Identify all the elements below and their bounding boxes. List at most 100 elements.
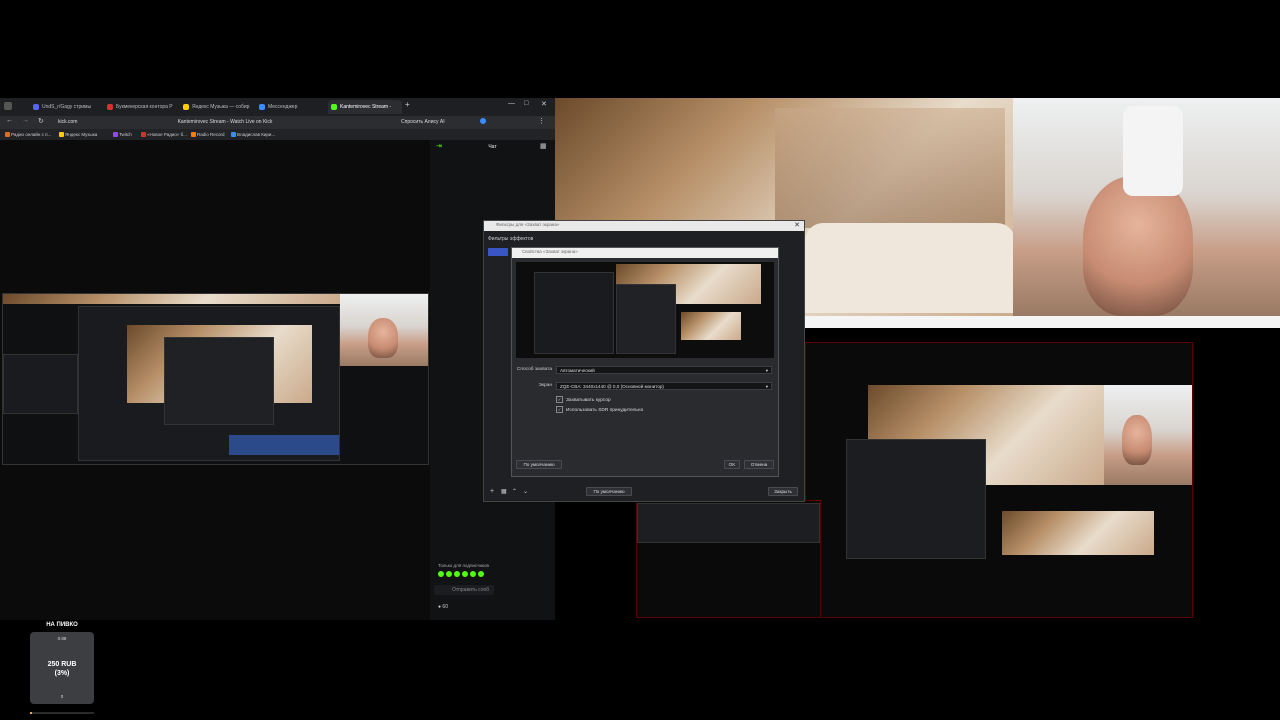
dialog-title: Фильтры для «Захват экрана» xyxy=(496,222,560,227)
close-button[interactable]: Закрыть xyxy=(768,487,798,496)
chat-input[interactable]: Отправить сооб xyxy=(434,585,494,595)
yandex-music-icon xyxy=(59,132,64,137)
emote-icon[interactable] xyxy=(438,571,444,577)
nested-strip xyxy=(637,503,820,543)
close-icon[interactable]: ✕ xyxy=(541,100,547,108)
forward-icon[interactable]: → xyxy=(22,117,29,124)
defaults-button[interactable]: По умолчанию xyxy=(516,460,562,469)
bookmark-1[interactable]: Яндекс Музыка xyxy=(58,130,97,139)
donation-bottom-value: 0 xyxy=(60,694,64,699)
nested-dialog-right xyxy=(846,439,986,559)
bookmark-label: Twitch xyxy=(119,132,132,137)
capture-cursor-checkbox[interactable]: ✓ Захватывать курсор xyxy=(556,396,611,403)
browser-menu-icon[interactable] xyxy=(4,102,12,110)
new-tab-button[interactable]: + xyxy=(405,100,410,109)
checkbox-checked-icon: ✓ xyxy=(556,406,563,413)
bookmark-2[interactable]: Twitch xyxy=(112,130,132,139)
yandex-music-icon xyxy=(183,104,189,110)
capture-preview xyxy=(516,262,774,358)
messenger-icon xyxy=(259,104,265,110)
room-background xyxy=(3,294,340,304)
donation-amount-value: 250 RUB xyxy=(47,661,77,668)
reload-icon[interactable]: ↻ xyxy=(38,117,44,125)
filter-list-item[interactable] xyxy=(488,248,508,256)
bookmark-3[interactable]: «Новое Радио» б... xyxy=(140,130,187,139)
settings-icon[interactable]: ⋮ xyxy=(538,117,545,125)
dialog-close-icon[interactable]: ✕ xyxy=(794,221,800,229)
tab-3[interactable]: Мессенджер xyxy=(256,100,326,114)
bookmark-label: «Новое Радио» б... xyxy=(147,132,187,137)
capture-method-value: Автоматический xyxy=(560,368,595,373)
emote-icon[interactable] xyxy=(454,571,460,577)
donation-amount: 250 RUB (3%) xyxy=(30,660,94,678)
emote-icon[interactable] xyxy=(470,571,476,577)
bookmark-5[interactable]: Владислав Кири... xyxy=(230,130,275,139)
emote-icon[interactable] xyxy=(478,571,484,577)
cancel-label: Отмена xyxy=(750,462,768,467)
discord-icon xyxy=(33,104,39,110)
nested-room-right-2 xyxy=(1002,511,1154,555)
tab-label: Букмекерская контора Р xyxy=(116,104,173,110)
tab-4[interactable]: Kantemirovec Stream - xyxy=(328,100,402,114)
tab-1[interactable]: Букмекерская контора Р xyxy=(104,100,178,114)
novoe-radio-icon xyxy=(141,132,146,137)
move-up-icon[interactable]: ⌃ xyxy=(512,488,517,495)
dialog-titlebar: Фильтры для «Захват экрана» ✕ xyxy=(484,221,804,231)
browser-window: UndS_r/Gagy стримы Букмекерская контора … xyxy=(0,98,555,620)
tab-0[interactable]: UndS_r/Gagy стримы xyxy=(30,100,102,114)
bookmark-4[interactable]: Radio Record xyxy=(190,130,225,139)
chat-input-placeholder: Отправить сооб xyxy=(452,587,490,593)
back-icon[interactable]: ← xyxy=(6,117,13,124)
chevron-down-icon: ▾ xyxy=(765,368,768,373)
tab-label: Мессенджер xyxy=(268,104,298,110)
properties-dialog: Свойства «Захват экрана» Способ захвата … xyxy=(511,247,779,477)
ask-alice-button[interactable]: Спросить Алису AI xyxy=(392,118,445,127)
emote-icon[interactable] xyxy=(462,571,468,577)
webcam-feed xyxy=(340,294,428,366)
page-title: Kantemirovec Stream - Watch Live on Kick xyxy=(177,119,273,125)
screen-select[interactable]: ZQE-CBA: 3440x1440 @ 0,0 (Основной монит… xyxy=(556,382,772,390)
donation-goal-widget: НА ПИВКО 0.88 250 RUB (3%) 0 xyxy=(30,622,94,714)
minimize-icon[interactable]: — xyxy=(508,100,515,107)
preview-room-2 xyxy=(681,312,741,340)
tab-bar: UndS_r/Gagy стримы Букмекерская контора … xyxy=(0,98,555,116)
maximize-icon[interactable]: □ xyxy=(524,100,528,107)
ok-button[interactable]: OK xyxy=(724,460,740,469)
bookmark-label: Яндекс Музыка xyxy=(65,132,98,137)
move-down-icon[interactable]: ⌄ xyxy=(523,488,528,495)
donation-progress-fill xyxy=(30,712,32,714)
donation-percent: (3%) xyxy=(54,670,70,677)
cancel-button[interactable]: Отмена xyxy=(744,460,774,469)
capture-method-select[interactable]: Автоматический ▾ xyxy=(556,366,772,374)
close-label: Закрыть xyxy=(774,489,792,494)
gaming-chair xyxy=(1123,106,1183,196)
add-filter-icon[interactable]: + xyxy=(490,488,494,495)
screen-label: Экран xyxy=(538,383,552,388)
outer-defaults-button[interactable]: По умолчанию xyxy=(586,487,632,496)
force-sdr-checkbox[interactable]: ✓ Использовать SDR принудительно xyxy=(556,406,643,413)
filters-label: Фильтры эффектов xyxy=(488,236,534,242)
outer-defaults-label: По умолчанию xyxy=(593,489,625,494)
preview-dialog xyxy=(616,284,676,354)
popout-chat-icon[interactable]: ▦ xyxy=(540,142,547,152)
scene-divider xyxy=(805,316,1280,328)
kick-icon xyxy=(331,104,337,110)
nested-cam-right xyxy=(1104,385,1192,485)
remove-filter-icon[interactable]: ▦ xyxy=(501,488,507,495)
nested-left-panel xyxy=(3,354,78,414)
extensions-icon[interactable] xyxy=(480,118,486,124)
subscribers-only-notice: Только для подписчиков xyxy=(438,563,489,568)
emote-icon[interactable] xyxy=(446,571,452,577)
bookmark-0[interactable]: Радио онлайн с п... xyxy=(4,130,51,139)
chevron-down-icon: ▾ xyxy=(765,384,768,389)
stream-player[interactable] xyxy=(2,293,429,465)
viewer-count: ● 60 xyxy=(438,604,448,610)
shelf xyxy=(775,108,1005,228)
alice-label: Спросить Алису AI xyxy=(401,119,445,125)
bookmark-label: Радио онлайн с п... xyxy=(11,132,52,137)
capture-method-label: Способ захвата xyxy=(516,367,552,372)
defaults-label: По умолчанию xyxy=(523,462,555,467)
force-sdr-label: Использовать SDR принудительно xyxy=(566,407,644,413)
tab-2[interactable]: Яндекс Музыка — собир xyxy=(180,100,254,114)
donation-card: 0.88 250 RUB (3%) 0 xyxy=(30,632,94,714)
